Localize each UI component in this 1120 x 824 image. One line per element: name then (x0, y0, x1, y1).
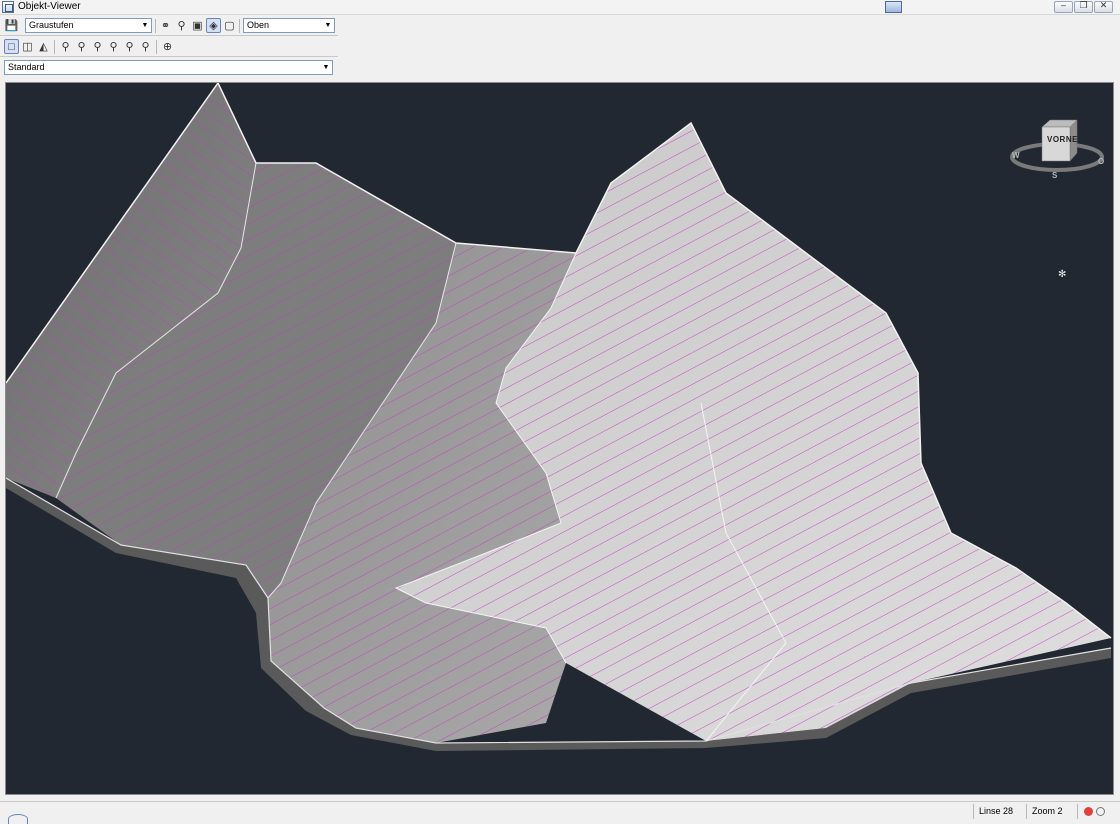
viewcube-graphic (1010, 119, 1104, 172)
status-zoom: Zoom 2 (1026, 804, 1076, 819)
named-view-select[interactable]: Standard ▼ (4, 60, 333, 75)
view-value: Oben (247, 20, 270, 30)
viewcube[interactable]: VORNE W S O (1010, 115, 1105, 185)
zoom-window-icon[interactable]: ⚲ (58, 39, 73, 54)
window-title: Objekt-Viewer (18, 1, 81, 12)
toolbar-separator (155, 19, 156, 33)
status-red-icon[interactable] (1084, 807, 1093, 816)
zoom-in-icon[interactable]: ⚲ (90, 39, 105, 54)
pan-icon[interactable]: ▣ (190, 18, 205, 33)
zoom-icon[interactable]: ⚲ (174, 18, 189, 33)
toolbar-separator (156, 40, 157, 54)
title-bar: Objekt-Viewer – ❐ ✕ (0, 0, 1120, 15)
minimize-icon: – (1060, 0, 1066, 10)
status-empty-icon[interactable] (1096, 807, 1105, 816)
toolbar-row-1: 💾 Graustufen ▼ ⚭ ⚲ ▣ ◈ ▢ Oben ▼ (0, 16, 1120, 36)
chevron-down-icon: ▼ (141, 22, 149, 29)
close-button[interactable]: ✕ (1094, 0, 1113, 13)
named-view-value: Standard (8, 62, 45, 72)
box-icon[interactable]: □ (4, 39, 19, 54)
restore-icon: ❐ (1079, 0, 1088, 10)
zoom-out-icon[interactable]: ⚲ (106, 39, 121, 54)
orbit-cursor-icon: ✻ (1058, 269, 1067, 280)
zoom-realtime-icon[interactable]: ⚲ (74, 39, 89, 54)
visual-style-select[interactable]: Graustufen ▼ (25, 18, 152, 33)
terrain-model (6, 83, 1112, 751)
ucs-icon[interactable]: ⊕ (160, 39, 175, 54)
orbit-icon[interactable]: ⚭ (158, 18, 173, 33)
app-icon[interactable] (2, 1, 14, 13)
minimize-button[interactable]: – (1054, 0, 1073, 13)
compass-west[interactable]: W (1012, 151, 1020, 160)
perspective-icon[interactable]: ◫ (20, 39, 35, 54)
status-lines: Linse 28 (973, 804, 1025, 819)
view-select[interactable]: Oben ▼ (243, 18, 335, 33)
close-icon: ✕ (1099, 0, 1108, 10)
toolbar-row-3: Standard ▼ (0, 58, 1120, 78)
wireframe-icon[interactable]: ◭ (36, 39, 51, 54)
viewcube-face-front[interactable]: VORNE (1047, 135, 1077, 144)
viewport-3d[interactable]: VORNE W S O ✻ (5, 82, 1114, 795)
maximize-button[interactable]: ❐ (1074, 0, 1093, 13)
toolbar-separator (239, 19, 240, 33)
toolbar-divider (0, 35, 338, 36)
chevron-down-icon: ▼ (324, 22, 332, 29)
camera-icon[interactable]: ▢ (222, 18, 237, 33)
zoom-previous-icon[interactable]: ⚲ (138, 39, 153, 54)
visual-style-value: Graustufen (29, 20, 74, 30)
toolbar-row-2: □ ◫ ◭ ⚲ ⚲ ⚲ ⚲ ⚲ ⚲ ⊕ (0, 37, 1120, 57)
chevron-down-icon: ▼ (322, 64, 330, 71)
document-restore-icon[interactable] (885, 1, 902, 13)
zoom-extents-icon[interactable]: ⚲ (122, 39, 137, 54)
toolbar-separator (54, 40, 55, 54)
shademode-icon[interactable]: ◈ (206, 18, 221, 33)
toolbar-divider (0, 56, 338, 57)
save-icon[interactable]: 💾 (4, 18, 19, 33)
status-corner-icon (8, 814, 28, 824)
status-bar: Linse 28 Zoom 2 (0, 801, 1120, 824)
compass-east[interactable]: O (1098, 157, 1104, 166)
compass-south[interactable]: S (1052, 171, 1057, 180)
